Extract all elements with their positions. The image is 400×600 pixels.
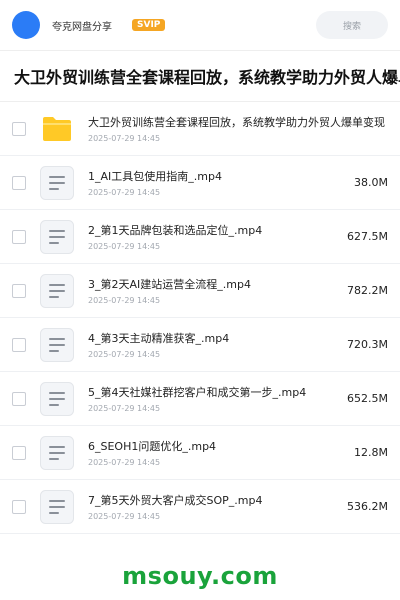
- row-checkbox[interactable]: [12, 445, 26, 460]
- file-info: 4_第3天主动精准获客_.mp4 2025-07-29 14:45: [88, 330, 330, 359]
- file-date: 2025-07-29 14:45: [88, 350, 161, 359]
- file-info: 6_SEOH1问题优化_.mp4 2025-07-29 14:45: [88, 438, 330, 467]
- document-icon: [40, 165, 74, 200]
- file-name: 6_SEOH1问题优化_.mp4: [88, 440, 217, 453]
- folder-icon: [40, 112, 74, 146]
- file-size: 720.3M: [347, 338, 388, 351]
- watermark: msouy.com: [122, 562, 278, 590]
- row-checkbox[interactable]: [12, 499, 26, 514]
- file-list: 大卫外贸训练营全套课程回放，系统教学助力外贸人爆单变现 2025-07-29 14…: [0, 102, 400, 534]
- row-checkbox[interactable]: [12, 175, 26, 190]
- document-icon: [40, 381, 74, 416]
- file-date: 2025-07-29 14:45: [88, 134, 161, 143]
- file-info: 3_第2天AI建站运营全流程_.mp4 2025-07-29 14:45: [88, 276, 330, 305]
- file-name: 3_第2天AI建站运营全流程_.mp4: [88, 278, 251, 291]
- file-size: 652.5M: [347, 392, 388, 405]
- file-info: 2_第1天品牌包装和选品定位_.mp4 2025-07-29 14:45: [88, 222, 330, 251]
- svip-badge: SVIP: [132, 19, 166, 31]
- file-date: 2025-07-29 14:45: [88, 188, 161, 197]
- folder-row[interactable]: 大卫外贸训练营全套课程回放，系统教学助力外贸人爆单变现 2025-07-29 14…: [0, 102, 400, 156]
- search-placeholder: 搜索: [342, 21, 361, 32]
- file-name: 5_第4天社媒社群挖客户和成交第一步_.mp4: [88, 386, 307, 399]
- file-info: 1_AI工具包使用指南_.mp4 2025-07-29 14:45: [88, 168, 330, 197]
- file-date: 2025-07-29 14:45: [88, 296, 161, 305]
- row-checkbox[interactable]: [12, 283, 26, 298]
- file-row[interactable]: 7_第5天外贸大客户成交SOP_.mp4 2025-07-29 14:45 536.…: [0, 480, 400, 534]
- avatar[interactable]: [12, 11, 40, 39]
- search-box[interactable]: 搜索: [316, 11, 388, 39]
- row-checkbox[interactable]: [12, 391, 26, 406]
- file-name: 2_第1天品牌包装和选品定位_.mp4: [88, 224, 263, 237]
- file-date: 2025-07-29 14:45: [88, 512, 161, 521]
- file-size: 536.2M: [347, 500, 388, 513]
- file-date: 2025-07-29 14:45: [88, 458, 161, 467]
- file-row[interactable]: 5_第4天社媒社群挖客户和成交第一步_.mp4 2025-07-29 14:45 6…: [0, 372, 400, 426]
- title-bar: 大卫外贸训练营全套课程回放，系统教学助力外贸人爆单变现: [0, 50, 400, 102]
- file-row[interactable]: 1_AI工具包使用指南_.mp4 2025-07-29 14:45 38.0M: [0, 156, 400, 210]
- file-row[interactable]: 3_第2天AI建站运营全流程_.mp4 2025-07-29 14:45 782.2…: [0, 264, 400, 318]
- document-icon: [40, 327, 74, 362]
- brand-name: 夸克网盘分享: [52, 21, 112, 33]
- file-name: 4_第3天主动精准获客_.mp4: [88, 332, 230, 345]
- row-checkbox[interactable]: [12, 121, 26, 136]
- document-icon: [40, 435, 74, 470]
- file-name: 大卫外贸训练营全套课程回放，系统教学助力外贸人爆单变现: [88, 116, 385, 129]
- file-date: 2025-07-29 14:45: [88, 242, 161, 251]
- file-date: 2025-07-29 14:45: [88, 404, 161, 413]
- file-size: 782.2M: [347, 284, 388, 297]
- file-row[interactable]: 4_第3天主动精准获客_.mp4 2025-07-29 14:45 720.3M: [0, 318, 400, 372]
- file-info: 7_第5天外贸大客户成交SOP_.mp4 2025-07-29 14:45: [88, 492, 330, 521]
- document-icon: [40, 273, 74, 308]
- row-checkbox[interactable]: [12, 229, 26, 244]
- file-row[interactable]: 6_SEOH1问题优化_.mp4 2025-07-29 14:45 12.8M: [0, 426, 400, 480]
- document-icon: [40, 219, 74, 254]
- file-size: 38.0M: [354, 176, 388, 189]
- document-icon: [40, 489, 74, 524]
- file-name: 7_第5天外贸大客户成交SOP_.mp4: [88, 494, 263, 507]
- file-row[interactable]: 2_第1天品牌包装和选品定位_.mp4 2025-07-29 14:45 627.5…: [0, 210, 400, 264]
- file-size: 627.5M: [347, 230, 388, 243]
- file-size: 12.8M: [354, 446, 388, 459]
- top-bar: 夸克网盘分享 SVIP 搜索: [0, 0, 400, 50]
- file-info: 5_第4天社媒社群挖客户和成交第一步_.mp4 2025-07-29 14:45: [88, 384, 330, 413]
- row-checkbox[interactable]: [12, 337, 26, 352]
- file-info: 大卫外贸训练营全套课程回放，系统教学助力外贸人爆单变现 2025-07-29 14…: [88, 114, 388, 143]
- file-name: 1_AI工具包使用指南_.mp4: [88, 170, 222, 183]
- page-title: 大卫外贸训练营全套课程回放，系统教学助力外贸人爆单变现: [14, 68, 400, 87]
